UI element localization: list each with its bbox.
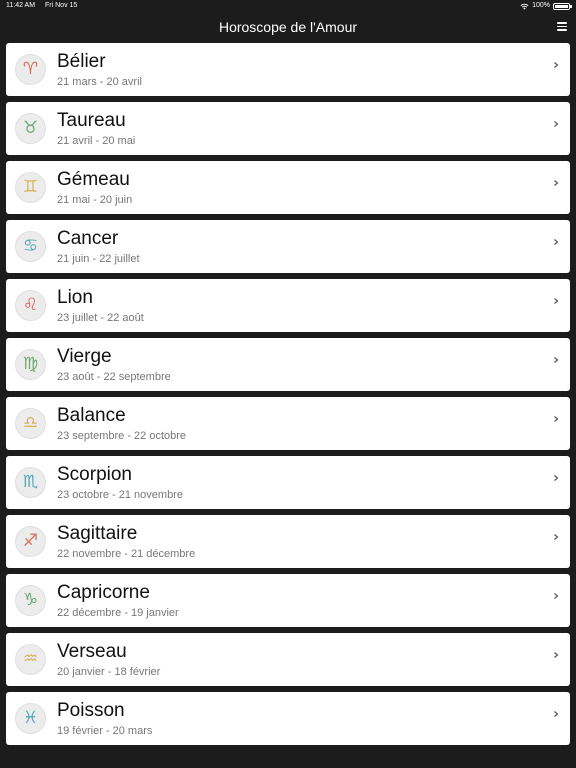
capricorn-icon: ♑	[15, 585, 46, 616]
sign-name: Balance	[57, 405, 126, 426]
list-item-lion[interactable]: ♌ Lion 23 juillet - 22 août	[6, 279, 570, 332]
gemini-icon: ♊	[15, 172, 46, 203]
list-item-gemeau[interactable]: ♊ Gémeau 21 mai - 20 juin	[6, 161, 570, 214]
wifi-icon	[520, 3, 529, 10]
sign-dates: 21 mai - 20 juin	[57, 194, 133, 206]
sign-name: Vierge	[57, 346, 112, 367]
scorpio-icon: ♏	[15, 467, 46, 498]
list-item-capricorne[interactable]: ♑ Capricorne 22 décembre - 19 janvier	[6, 574, 570, 627]
aquarius-icon: ♒	[15, 644, 46, 675]
sign-dates: 22 novembre - 21 décembre	[57, 548, 196, 560]
chevron-right-icon	[554, 416, 559, 422]
sign-name: Bélier	[57, 51, 106, 72]
sign-dates: 20 janvier - 18 février	[57, 666, 161, 678]
chevron-right-icon	[554, 180, 559, 186]
battery-icon	[553, 2, 572, 10]
sign-name: Sagittaire	[57, 523, 138, 544]
chevron-right-icon	[554, 593, 559, 599]
sign-name: Cancer	[57, 228, 119, 249]
libra-icon: ♎	[15, 408, 46, 439]
status-date: Fri Nov 15	[45, 2, 78, 9]
aries-icon: ♈	[15, 54, 46, 85]
sign-dates: 23 octobre - 21 novembre	[57, 489, 183, 501]
navbar: Horoscope de l'Amour	[0, 12, 576, 42]
sign-dates: 23 juillet - 22 août	[57, 312, 144, 324]
sign-dates: 21 avril - 20 mai	[57, 135, 136, 147]
sign-list: ♈ Bélier 21 mars - 20 avril ♉ Taureau 21…	[6, 43, 570, 751]
sign-dates: 21 juin - 22 juillet	[57, 253, 140, 265]
sign-name: Gémeau	[57, 169, 130, 190]
chevron-right-icon	[554, 357, 559, 363]
sign-name: Capricorne	[57, 582, 150, 603]
pisces-icon: ♓	[15, 703, 46, 734]
list-item-poisson[interactable]: ♓ Poisson 19 février - 20 mars	[6, 692, 570, 745]
cancer-icon: ♋	[15, 231, 46, 262]
status-bar: 11:42 AM Fri Nov 15 100%	[0, 0, 576, 12]
sign-name: Scorpion	[57, 464, 132, 485]
chevron-right-icon	[554, 62, 559, 68]
chevron-right-icon	[554, 652, 559, 658]
sign-name: Verseau	[57, 641, 127, 662]
status-time: 11:42 AM	[6, 2, 36, 9]
sign-dates: 22 décembre - 19 janvier	[57, 607, 179, 619]
list-item-sagittaire[interactable]: ♐ Sagittaire 22 novembre - 21 décembre	[6, 515, 570, 568]
list-item-cancer[interactable]: ♋ Cancer 21 juin - 22 juillet	[6, 220, 570, 273]
leo-icon: ♌	[15, 290, 46, 321]
taurus-icon: ♉	[15, 113, 46, 144]
battery-percent: 100%	[532, 2, 550, 9]
chevron-right-icon	[554, 239, 559, 245]
sign-name: Taureau	[57, 110, 126, 131]
sagittarius-icon: ♐	[15, 526, 46, 557]
sign-dates: 23 août - 22 septembre	[57, 371, 171, 383]
chevron-right-icon	[554, 298, 559, 304]
list-item-taureau[interactable]: ♉ Taureau 21 avril - 20 mai	[6, 102, 570, 155]
list-item-verseau[interactable]: ♒ Verseau 20 janvier - 18 février	[6, 633, 570, 686]
list-item-belier[interactable]: ♈ Bélier 21 mars - 20 avril	[6, 43, 570, 96]
list-item-scorpion[interactable]: ♏ Scorpion 23 octobre - 21 novembre	[6, 456, 570, 509]
chevron-right-icon	[554, 475, 559, 481]
sign-dates: 23 septembre - 22 octobre	[57, 430, 187, 442]
page-title: Horoscope de l'Amour	[218, 19, 358, 35]
list-item-balance[interactable]: ♎ Balance 23 septembre - 22 octobre	[6, 397, 570, 450]
chevron-right-icon	[554, 711, 559, 717]
chevron-right-icon	[554, 534, 559, 540]
virgo-icon: ♍	[15, 349, 46, 380]
sign-name: Lion	[57, 287, 93, 308]
sign-dates: 21 mars - 20 avril	[57, 76, 142, 88]
sign-dates: 19 février - 20 mars	[57, 725, 153, 737]
list-item-vierge[interactable]: ♍ Vierge 23 août - 22 septembre	[6, 338, 570, 391]
sign-name: Poisson	[57, 700, 125, 721]
chevron-right-icon	[554, 121, 559, 127]
menu-icon[interactable]	[557, 22, 567, 31]
